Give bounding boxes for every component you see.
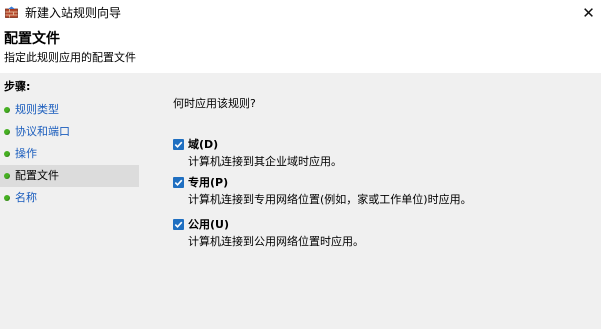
public-label[interactable]: 公用(U) bbox=[188, 218, 229, 232]
wizard-header: 配置文件 指定此规则应用的配置文件 bbox=[0, 26, 601, 73]
step-rule-type[interactable]: 规则类型 bbox=[0, 99, 142, 121]
question-text: 何时应用该规则? bbox=[173, 97, 256, 110]
step-profile[interactable]: 配置文件 bbox=[0, 165, 139, 187]
window-title: 新建入站规则向导 bbox=[25, 6, 122, 20]
step-label: 协议和端口 bbox=[15, 125, 70, 138]
step-action[interactable]: 操作 bbox=[0, 143, 142, 165]
domain-label[interactable]: 域(D) bbox=[188, 138, 218, 152]
domain-description: 计算机连接到其企业域时应用。 bbox=[188, 155, 342, 168]
checkmark-icon bbox=[174, 179, 183, 186]
title-bar: 新建入站规则向导 ✕ bbox=[0, 0, 601, 26]
page-subtitle: 指定此规则应用的配置文件 bbox=[4, 51, 136, 64]
step-label: 操作 bbox=[15, 147, 37, 160]
checkmark-icon bbox=[174, 221, 183, 228]
close-icon: ✕ bbox=[582, 4, 595, 22]
step-bullet-icon bbox=[4, 151, 10, 157]
public-description: 计算机连接到公用网络位置时应用。 bbox=[188, 235, 364, 248]
step-protocol-ports[interactable]: 协议和端口 bbox=[0, 121, 142, 143]
step-label: 配置文件 bbox=[15, 169, 59, 182]
private-description: 计算机连接到专用网络位置(例如，家或工作单位)时应用。 bbox=[188, 193, 472, 206]
steps-heading: 步骤: bbox=[4, 80, 31, 93]
domain-checkbox[interactable] bbox=[173, 139, 184, 150]
close-button[interactable]: ✕ bbox=[576, 1, 601, 25]
step-bullet-icon bbox=[4, 129, 10, 135]
step-label: 名称 bbox=[15, 191, 37, 204]
step-bullet-icon bbox=[4, 173, 10, 179]
private-checkbox[interactable] bbox=[173, 177, 184, 188]
firewall-wizard-icon bbox=[5, 6, 18, 18]
step-bullet-icon bbox=[4, 195, 10, 201]
step-label: 规则类型 bbox=[15, 103, 59, 116]
public-checkbox[interactable] bbox=[173, 219, 184, 230]
checkmark-icon bbox=[174, 141, 183, 148]
steps-list: 规则类型 协议和端口 操作 配置文件 名称 bbox=[0, 99, 142, 209]
step-name[interactable]: 名称 bbox=[0, 187, 142, 209]
private-label[interactable]: 专用(P) bbox=[188, 176, 228, 190]
step-bullet-icon bbox=[4, 107, 10, 113]
page-title: 配置文件 bbox=[4, 31, 60, 47]
